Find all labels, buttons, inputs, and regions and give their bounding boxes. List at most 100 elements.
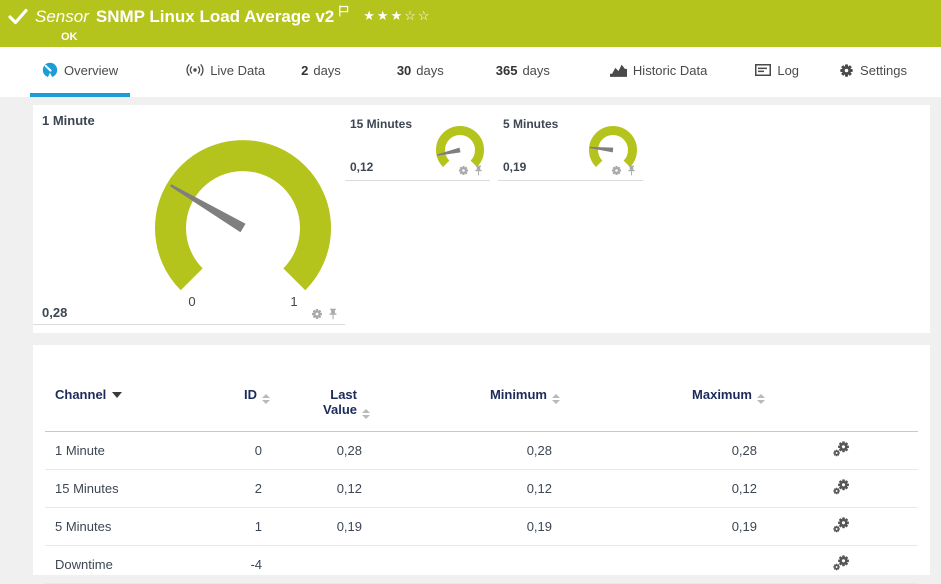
tab-bar: Overview Live Data 2 days 30 days 365 da… — [0, 47, 941, 97]
gear-icon — [840, 63, 853, 77]
column-label: Channel — [55, 387, 107, 402]
gauge-cell-15-minutes: 15 Minutes 0,12 — [345, 105, 490, 181]
column-header-last-value[interactable]: Last Value — [270, 385, 370, 432]
table-row: 5 Minutes 1 0,19 0,19 0,19 — [45, 507, 918, 546]
column-label: Minimum — [489, 387, 547, 402]
channel-maximum-cell: 0,28 — [560, 431, 765, 470]
channel-minimum-cell: 0,12 — [370, 469, 560, 508]
column-header-maximum[interactable]: Maximum — [560, 385, 765, 432]
tab-historic-data[interactable]: Historic Data — [598, 47, 719, 97]
tab-label: days — [522, 62, 550, 78]
status-check-icon — [8, 8, 28, 25]
tab-number: 365 — [495, 62, 518, 78]
gauge-settings-gear-icon[interactable] — [458, 165, 469, 176]
table-row: Downtime -4 — [45, 545, 918, 584]
gauge-scale-min-label: 0 — [188, 294, 195, 309]
sort-icon — [362, 409, 370, 419]
area-chart-icon — [609, 64, 627, 77]
tab-settings[interactable]: Settings — [827, 47, 919, 97]
stars-filled: ★★★ — [363, 8, 405, 23]
channel-settings-gears-icon[interactable] — [833, 555, 850, 571]
channel-last-value-cell: 0,12 — [270, 469, 370, 508]
tab-label: Settings — [860, 62, 908, 78]
sort-icon — [262, 394, 270, 404]
tab-365-days[interactable]: 365 days — [484, 47, 562, 97]
column-header-minimum[interactable]: Minimum — [370, 385, 560, 432]
tab-overview[interactable]: Overview — [30, 47, 131, 97]
tab-2-days[interactable]: 2 days — [289, 47, 353, 97]
tab-label: Overview — [64, 62, 119, 78]
channel-settings-gears-icon[interactable] — [833, 479, 850, 495]
gauge-title: 1 Minute — [42, 113, 95, 128]
tab-log[interactable]: Log — [743, 47, 811, 97]
tab-label: Log — [777, 62, 800, 78]
table-row: 1 Minute 0 0,28 0,28 0,28 — [45, 431, 918, 470]
gauge-value: 0,28 — [42, 305, 68, 320]
gauge-title: 15 Minutes — [350, 117, 413, 131]
gauge-cell-5-minutes: 5 Minutes 0,19 — [498, 105, 643, 181]
gauge-icon — [42, 62, 58, 78]
gauge-cell-1-minute: 1 Minute 0 1 0,28 — [33, 105, 345, 325]
sort-icon — [757, 394, 765, 404]
sensor-title: SNMP Linux Load Average v2 — [95, 7, 335, 26]
channel-minimum-cell: 0,28 — [370, 431, 560, 470]
object-kind-label: Sensor — [35, 7, 89, 26]
tab-number: 30 — [396, 62, 412, 78]
gauge-pin-icon[interactable] — [473, 165, 484, 176]
channel-last-value-cell: 0,19 — [270, 507, 370, 546]
channel-last-value-cell — [270, 545, 370, 584]
channels-panel: Channel ID Last Value Minimum Maximum 1 … — [33, 345, 930, 584]
sensor-status-bar: Sensor SNMP Linux Load Average v2 ★★★☆☆ … — [0, 0, 941, 47]
sensor-status-text: OK — [61, 31, 78, 43]
tab-label: days — [313, 62, 341, 78]
gauge-value: 0,12 — [350, 160, 374, 174]
gauge-pin-icon[interactable] — [626, 165, 637, 176]
column-label: Maximum — [692, 387, 752, 402]
gauge-pin-icon[interactable] — [327, 308, 339, 320]
channel-name-cell: Downtime — [45, 545, 225, 584]
column-header-actions — [765, 385, 918, 432]
channel-settings-gears-icon[interactable] — [833, 517, 850, 533]
priority-stars[interactable]: ★★★☆☆ — [363, 8, 431, 24]
column-label: Last Value — [323, 387, 357, 417]
channel-settings-gears-icon[interactable] — [833, 441, 850, 457]
tab-label: Historic Data — [632, 62, 708, 78]
sort-icon — [552, 394, 560, 404]
channel-minimum-cell — [370, 545, 560, 584]
gauge-title: 5 Minutes — [503, 117, 559, 131]
flag-icon[interactable] — [339, 4, 349, 22]
channel-name-cell: 15 Minutes — [45, 469, 225, 508]
column-header-channel[interactable]: Channel — [45, 385, 225, 432]
channel-table: Channel ID Last Value Minimum Maximum 1 … — [45, 385, 918, 584]
gauge-1-minute: 0 1 — [155, 140, 331, 309]
column-header-id[interactable]: ID — [225, 385, 270, 432]
channel-id-cell: 2 — [225, 469, 270, 508]
gauge-scale-max-label: 1 — [290, 294, 297, 309]
gauge-settings-gear-icon[interactable] — [311, 308, 323, 320]
table-row: 15 Minutes 2 0,12 0,12 0,12 — [45, 469, 918, 508]
gauge-value: 0,19 — [503, 160, 527, 174]
gauges-panel: 1 Minute 0 1 0,28 15 Minutes 0,12 5 Minu… — [33, 105, 930, 333]
channel-minimum-cell: 0,19 — [370, 507, 560, 546]
channel-maximum-cell: 0,12 — [560, 469, 765, 508]
broadcast-icon — [186, 64, 204, 76]
tab-30-days[interactable]: 30 days — [385, 47, 456, 97]
table-header-row: Channel ID Last Value Minimum Maximum — [45, 385, 918, 432]
tab-number: 2 — [301, 62, 309, 78]
channel-maximum-cell — [560, 545, 765, 584]
stars-empty: ☆☆ — [404, 8, 432, 23]
channel-id-cell: -4 — [225, 545, 270, 584]
channel-name-cell: 1 Minute — [45, 431, 225, 470]
gauge-settings-gear-icon[interactable] — [611, 165, 622, 176]
tab-label: Live Data — [210, 62, 266, 78]
channel-maximum-cell: 0,19 — [560, 507, 765, 546]
tab-label: days — [416, 62, 444, 78]
tab-live-data[interactable]: Live Data — [174, 47, 277, 97]
channel-name-cell: 5 Minutes — [45, 507, 225, 546]
sorted-desc-icon — [112, 392, 123, 398]
channel-id-cell: 0 — [225, 431, 270, 470]
channel-id-cell: 1 — [225, 507, 270, 546]
channel-table-body: 1 Minute 0 0,28 0,28 0,28 15 Minutes 2 0… — [45, 431, 918, 584]
log-icon — [755, 64, 772, 76]
column-label: ID — [244, 387, 257, 402]
